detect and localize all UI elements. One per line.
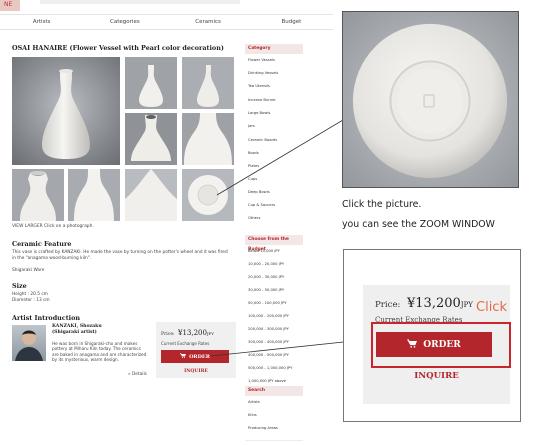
category-item[interactable]: Jars [248,124,255,128]
details-link[interactable]: » Details [128,372,147,377]
highlight-frame [371,322,511,368]
search-item[interactable]: Artists [248,400,260,404]
artist-photo [12,325,46,361]
price-amount: ¥13,200 [178,329,207,337]
cart-icon [180,353,187,360]
category-heading: Category [245,44,303,54]
nav-artists[interactable]: Artists [0,15,83,29]
order-button[interactable]: ORDER [161,350,229,363]
thumb-vase-side[interactable] [182,57,234,109]
instruction-line-2: you can see the ZOOM WINDOW [342,219,495,230]
category-item[interactable]: Cups [248,177,257,181]
photo-caption: VIEW LARGER Click on a photograph. [12,224,94,229]
category-item[interactable]: Large Bowls [248,111,270,115]
size-heading: Size [12,282,27,290]
thumb-vase-mouth[interactable] [12,169,64,221]
budget-item[interactable]: 30,000 - 50,000 JPY [248,288,284,292]
sidebar-divider [245,440,303,441]
budget-item[interactable]: 1,000,000 JPY above [248,379,286,383]
zoom-window [342,11,519,188]
budget-item[interactable]: 400,000 - 500,000 JPY [248,353,289,357]
order-label: ORDER [189,353,210,360]
zoomed-price-currency: JPY [460,301,473,309]
ware-name: Shigaraki Ware [12,268,45,273]
budget-item[interactable]: 50,000 - 100,000 JPY [248,301,286,305]
shop-page: NE Artists Categories Ceramics Budget OS… [0,0,333,446]
thumb-vase-top[interactable] [125,113,177,165]
search-heading: Search [245,386,303,396]
exchange-rates-link[interactable]: Current Exchange Rates [161,341,209,346]
category-item[interactable]: Tea Utensils [248,84,270,88]
feature-heading: Ceramic Feature [12,240,72,248]
category-item[interactable]: Flower Vessels [248,58,275,62]
search-item[interactable]: Producing Areas [248,426,278,430]
thumb-vase-bottom[interactable] [182,169,234,221]
budget-item[interactable]: 20,000 - 30,000 JPY [248,275,284,279]
category-item[interactable]: Cup & Saucers [248,203,275,207]
search-item[interactable]: Kilns [248,413,257,417]
budget-item[interactable]: 200,000 - 300,000 JPY [248,327,289,331]
main-nav: Artists Categories Ceramics Budget [0,14,333,30]
top-bar [40,0,240,4]
product-title: OSAI HANAIRE (Flower Vessel with Pearl c… [12,44,224,52]
feature-text: This vase is crafted by KANZAKI. He made… [12,250,228,261]
category-item[interactable]: Bowls [248,151,259,155]
category-item[interactable]: Ceramic Boards [248,138,277,142]
nav-ceramics[interactable]: Ceramics [167,15,250,29]
nav-budget[interactable]: Budget [250,15,333,29]
category-item[interactable]: Others [248,216,260,220]
zoomed-price-label: Price: [375,300,401,310]
size-text: Height : 20.5 cm Diameter : 13 cm [12,292,50,304]
zoomed-price-value: ¥13,200JPY [407,296,473,311]
category-item[interactable]: Incense Burner [248,98,276,102]
artist-name-sub: (Shigaraki artist) [52,330,97,335]
budget-item[interactable]: 300,000 - 400,000 JPY [248,340,289,344]
nav-categories[interactable]: Categories [83,15,166,29]
zoomed-inquire-link[interactable]: INQUIRE [363,371,510,381]
click-annotation: Click [476,300,507,315]
budget-heading: Choose from the Budget [245,235,303,252]
category-item[interactable]: Deep Bowls [248,190,270,194]
artist-bio: He was born in Shigaraki-cho and makes p… [52,341,147,363]
zoomed-price-panel: Price: ¥13,200JPY Current Exchange Rates… [343,249,521,422]
site-logo[interactable]: NE [0,0,20,11]
thumb-vase-front[interactable] [125,57,177,109]
thumb-vase-body[interactable] [182,113,234,165]
artist-name: KANZAKI, Shozaku (Shigaraki artist) [52,324,148,336]
price-currency: JPY [206,331,214,336]
category-item[interactable]: Drinking Vessels [248,71,278,75]
thumb-vase-detail[interactable] [125,169,177,221]
logo-mark: NE [4,1,13,8]
main-product-photo[interactable] [12,57,120,165]
inquire-link[interactable]: INQUIRE [156,369,236,374]
price-box: Price: ¥13,200JPY Current Exchange Rates… [156,322,236,378]
budget-item[interactable]: 500,000 - 1,000,000 JPY [248,366,292,370]
category-item[interactable]: Plates [248,164,259,168]
zoomed-price-amount: ¥13,200 [407,296,461,311]
price-value: ¥13,200JPY [178,329,214,337]
price-label: Price: [161,332,175,337]
artist-heading: Artist Introduction [12,314,80,322]
thumb-vase-neck[interactable] [68,169,120,221]
budget-item[interactable]: 100,000 - 200,000 JPY [248,314,289,318]
instruction-line-1: Click the picture. [342,199,422,210]
budget-item[interactable]: 10,000 - 20,000 JPY [248,262,284,266]
budget-item[interactable]: Below 10,000 JPY [248,249,280,253]
size-diameter: Diameter : 13 cm [12,298,50,303]
